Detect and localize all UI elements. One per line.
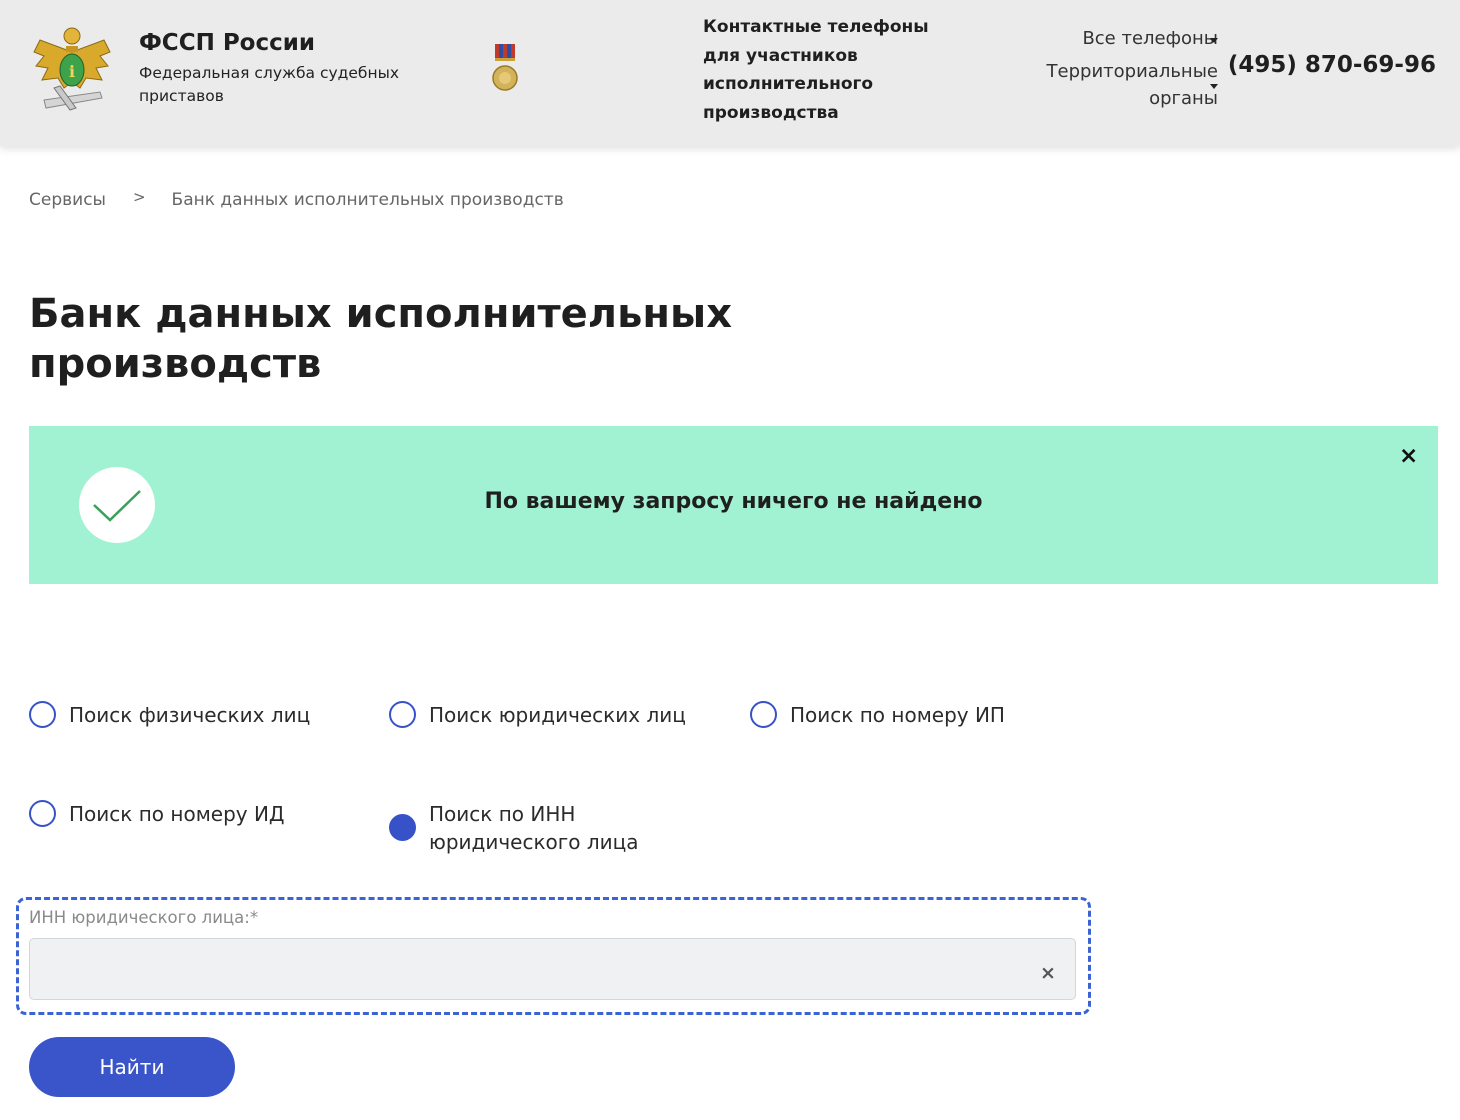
breadcrumb-current[interactable]: Банк данных исполнительных производств <box>172 190 564 210</box>
eagle-emblem-icon[interactable]: i <box>30 22 114 114</box>
result-alert: По вашему запросу ничего не найдено × <box>29 426 1438 584</box>
radio-search-legal-entities[interactable]: Поиск юридических лиц <box>389 701 686 729</box>
medal-icon <box>492 44 518 91</box>
radio-search-individuals[interactable]: Поиск физических лиц <box>29 701 310 729</box>
radio-circle[interactable] <box>29 701 56 728</box>
breadcrumb: Сервисы > Банк данных исполнительных про… <box>29 188 564 210</box>
contacts-title: Контактные телефоны для участников испол… <box>703 17 929 123</box>
page-title: Банк данных исполнительных производств <box>29 291 732 387</box>
inn-input[interactable] <box>29 938 1076 1000</box>
svg-text:i: i <box>69 62 75 81</box>
radio-search-by-legal-inn[interactable]: Поиск по ИНН юридического лица <box>389 800 669 856</box>
territorial-dropdown[interactable]: Территориальные органы <box>1028 58 1218 112</box>
org-name[interactable]: ФССП России <box>139 30 315 56</box>
radio-label: Поиск физических лиц <box>69 703 311 727</box>
org-subtitle: Федеральная служба судебных приставов <box>139 64 399 105</box>
radio-circle[interactable] <box>750 701 777 728</box>
radio-label: Поиск по номеру ИП <box>790 703 1005 727</box>
site-header: i ФССП России Федеральная служба судебны… <box>0 0 1460 146</box>
inn-field-label: ИНН юридического лица:* <box>29 908 259 927</box>
chevron-down-icon <box>1210 38 1218 43</box>
chevron-down-icon <box>1210 84 1218 89</box>
radio-circle[interactable] <box>389 701 416 728</box>
radio-circle-checked[interactable] <box>389 814 416 841</box>
breadcrumb-separator: > <box>132 188 146 206</box>
radio-label: Поиск по номеру ИД <box>69 802 285 826</box>
radio-search-by-id-number[interactable]: Поиск по номеру ИД <box>29 800 285 828</box>
radio-search-by-ip-number[interactable]: Поиск по номеру ИП <box>750 701 1005 729</box>
breadcrumb-services[interactable]: Сервисы <box>29 190 106 210</box>
phone-number[interactable]: (495) 870-69-96 <box>1228 52 1436 78</box>
radio-label: Поиск юридических лиц <box>429 703 686 727</box>
radio-label: Поиск по ИНН юридического лица <box>429 802 639 854</box>
alert-message: По вашему запросу ничего не найдено <box>484 489 983 514</box>
clear-icon[interactable]: × <box>1040 962 1056 984</box>
all-phones-dropdown[interactable]: Все телефоны <box>1082 25 1218 52</box>
close-icon[interactable]: × <box>1399 443 1418 469</box>
radio-circle[interactable] <box>29 800 56 827</box>
search-button[interactable]: Найти <box>29 1037 235 1097</box>
